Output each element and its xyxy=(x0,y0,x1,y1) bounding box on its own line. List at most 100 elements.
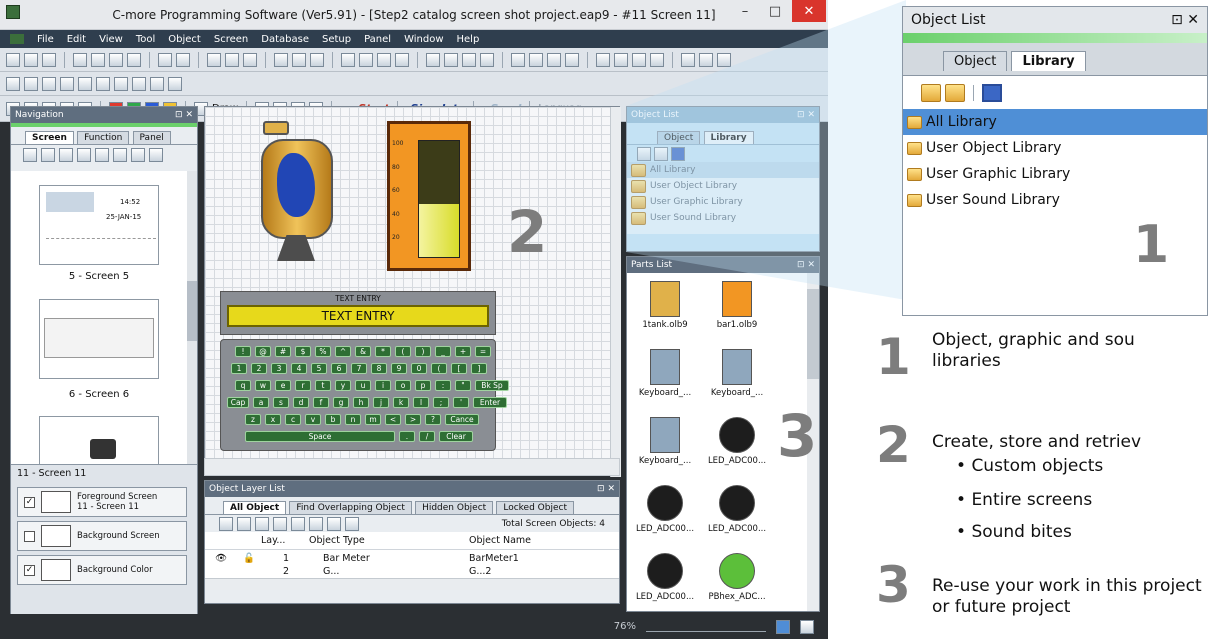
tab-function[interactable]: Function xyxy=(77,131,130,144)
col-object-type[interactable]: Object Type xyxy=(309,535,469,546)
table-row[interactable]: 👁 🔓 1 Bar Meter BarMeter1 xyxy=(205,550,619,566)
key[interactable]: 0 xyxy=(411,363,427,374)
standard-tool-icon-0[interactable] xyxy=(6,52,20,67)
key[interactable]: @ xyxy=(255,346,271,357)
key[interactable]: m xyxy=(365,414,381,425)
eye-icon[interactable] xyxy=(237,516,251,531)
part-item[interactable]: LED_ADC00... xyxy=(705,485,769,534)
key[interactable]: < xyxy=(385,414,401,425)
paste-screen-icon[interactable] xyxy=(59,147,73,162)
key[interactable]: 1 xyxy=(231,363,247,374)
edit-tool-icon-4[interactable] xyxy=(78,76,92,91)
zoom-slider[interactable] xyxy=(646,622,766,632)
library-item[interactable]: User Graphic Library xyxy=(903,161,1207,187)
standard-tool-icon-3[interactable] xyxy=(73,52,87,67)
background-color-checkbox[interactable]: ✓ xyxy=(24,564,35,576)
standard-tool-icon-6[interactable] xyxy=(127,52,141,67)
layer-background-color[interactable]: ✓ Background Color xyxy=(17,555,187,585)
key[interactable]: n xyxy=(345,414,361,425)
zoomed-tab-library[interactable]: Library xyxy=(1011,51,1086,71)
thumbnail-icon[interactable] xyxy=(131,147,145,162)
key[interactable]: l xyxy=(413,397,429,408)
zoomed-tab-object[interactable]: Object xyxy=(943,51,1008,71)
bar-meter[interactable]: 100 80 60 40 20 xyxy=(387,121,471,271)
key[interactable]: / xyxy=(419,431,435,442)
key[interactable]: ! xyxy=(235,346,251,357)
unlock-icon[interactable] xyxy=(273,516,287,531)
key[interactable]: z xyxy=(245,414,261,425)
standard-tool-icon-7[interactable] xyxy=(158,52,172,67)
library-item[interactable]: User Sound Library xyxy=(903,187,1207,213)
standard-tool-icon-17[interactable] xyxy=(377,52,391,67)
foreground-checkbox[interactable]: ✓ xyxy=(24,496,35,508)
menu-database[interactable]: Database xyxy=(261,34,309,45)
key[interactable]: 4 xyxy=(291,363,307,374)
key[interactable]: + xyxy=(455,346,471,357)
standard-tool-icon-9[interactable] xyxy=(207,52,221,67)
key[interactable]: e xyxy=(275,380,291,391)
standard-tool-icon-21[interactable] xyxy=(462,52,476,67)
key[interactable]: t xyxy=(315,380,331,391)
key[interactable]: v xyxy=(305,414,321,425)
key[interactable]: x xyxy=(265,414,281,425)
send-back-icon[interactable] xyxy=(345,516,359,531)
library-item[interactable]: User Object Library xyxy=(903,135,1207,161)
table-row[interactable]: 2 G... G...2 xyxy=(205,566,619,576)
key[interactable]: Clear xyxy=(439,431,473,442)
key[interactable]: Cap xyxy=(227,397,249,408)
pin-icon[interactable]: ⊡ ✕ xyxy=(175,110,193,120)
canvas-vscroll[interactable] xyxy=(610,107,621,477)
standard-tool-icon-19[interactable] xyxy=(426,52,440,67)
tab-all-object[interactable]: All Object xyxy=(223,501,287,514)
part-item[interactable]: PBhex_ADC... xyxy=(705,553,769,602)
edit-tool-icon-0[interactable] xyxy=(6,76,20,91)
key[interactable]: ( xyxy=(395,346,411,357)
key[interactable]: q xyxy=(235,380,251,391)
key[interactable]: % xyxy=(315,346,331,357)
text-entry-field[interactable]: TEXT ENTRY xyxy=(227,305,489,327)
key[interactable]: s xyxy=(273,397,289,408)
part-item[interactable]: Keyboard_... xyxy=(633,349,697,398)
standard-tool-icon-10[interactable] xyxy=(225,52,239,67)
key[interactable]: b xyxy=(325,414,341,425)
key[interactable]: o xyxy=(395,380,411,391)
key[interactable]: y xyxy=(335,380,351,391)
import-library-icon[interactable] xyxy=(921,83,941,102)
menu-help[interactable]: Help xyxy=(457,34,480,45)
key[interactable]: k xyxy=(393,397,409,408)
standard-tool-icon-5[interactable] xyxy=(109,52,123,67)
lock-icon[interactable] xyxy=(255,516,269,531)
key[interactable]: * xyxy=(375,346,391,357)
key[interactable]: 8 xyxy=(371,363,387,374)
key[interactable]: h xyxy=(353,397,369,408)
delete-screen-icon[interactable] xyxy=(77,147,91,162)
library-item[interactable]: All Library xyxy=(903,109,1207,135)
key[interactable]: j xyxy=(373,397,389,408)
key[interactable]: p xyxy=(415,380,431,391)
key[interactable]: g xyxy=(333,397,349,408)
key[interactable]: r xyxy=(295,380,311,391)
export-library-icon[interactable] xyxy=(945,83,965,102)
key[interactable]: ' xyxy=(453,397,469,408)
row-eye-icon[interactable]: 👁 xyxy=(205,553,227,564)
key[interactable]: w xyxy=(255,380,271,391)
key[interactable]: d xyxy=(293,397,309,408)
layer-list-pin-icon[interactable]: ⊡ ✕ xyxy=(597,484,615,494)
standard-tool-icon-20[interactable] xyxy=(444,52,458,67)
key[interactable]: 3 xyxy=(271,363,287,374)
screen-5-thumbnail[interactable]: 14:52 25-JAN-15 xyxy=(39,185,159,265)
key[interactable]: ^ xyxy=(335,346,351,357)
key[interactable]: [ xyxy=(451,363,467,374)
standard-tool-icon-22[interactable] xyxy=(480,52,494,67)
key[interactable]: 9 xyxy=(391,363,407,374)
key[interactable]: ? xyxy=(425,414,441,425)
key[interactable]: & xyxy=(355,346,371,357)
standard-tool-icon-4[interactable] xyxy=(91,52,105,67)
edit-tool-icon-8[interactable] xyxy=(150,76,164,91)
key[interactable]: a xyxy=(253,397,269,408)
edit-tool-icon-3[interactable] xyxy=(60,76,74,91)
key[interactable]: > xyxy=(405,414,421,425)
edit-tool-icon-2[interactable] xyxy=(42,76,56,91)
menu-window[interactable]: Window xyxy=(404,34,443,45)
edit-tool-icon-6[interactable] xyxy=(114,76,128,91)
